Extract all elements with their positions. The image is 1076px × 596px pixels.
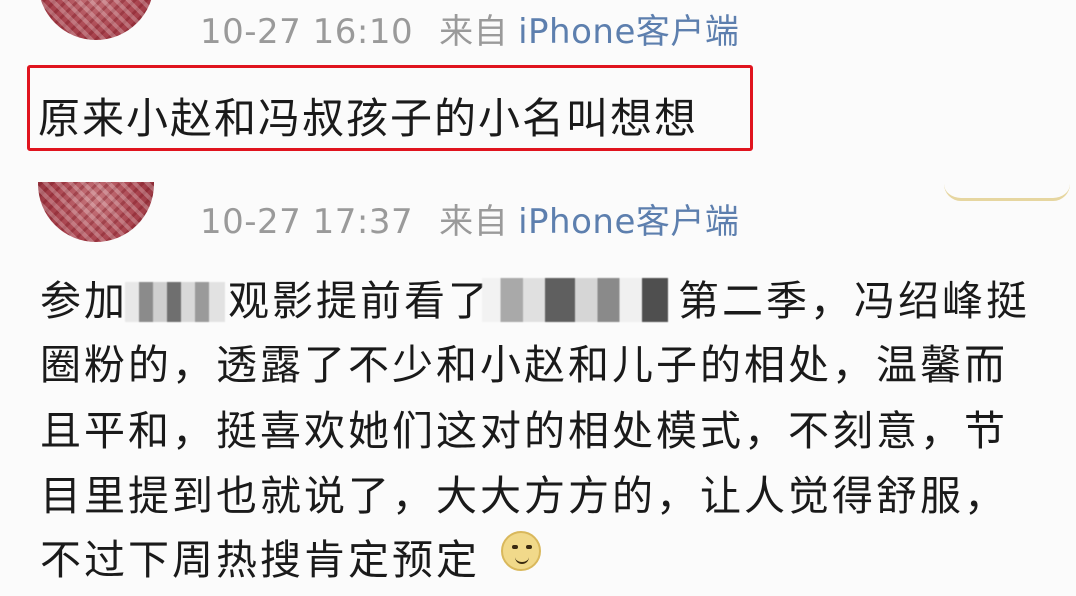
comment-meta: 10-27 17:37 来自 iPhone客户端 (200, 194, 739, 243)
from-label: 来自 (439, 12, 509, 52)
user-avatar[interactable] (38, 182, 154, 242)
weibo-comment-2: 10-27 17:37 来自 iPhone客户端 参加 观影提前看了 第二季，冯绍峰挺 … (0, 172, 1076, 596)
comment-time: 10-27 16:10 (200, 12, 414, 52)
weibo-comment-1: 10-27 16:10 来自 iPhone客户端 原来小赵和冯叔孩子的小名叫想想 (0, 0, 1076, 172)
client-link[interactable]: iPhone客户端 (518, 202, 739, 242)
censor-mosaic (125, 282, 225, 322)
line1-end: 第二季，冯绍峰挺 (678, 277, 1030, 325)
comment-text: 原来小赵和冯叔孩子的小名叫想想 (38, 94, 699, 143)
from-label: 来自 (439, 202, 509, 242)
comment-line-5: 不过下周热搜肯定预定 (40, 536, 480, 584)
decoration-curve (944, 184, 1070, 201)
emoji-eye (512, 545, 518, 549)
comment-meta: 10-27 16:10 来自 iPhone客户端 (200, 4, 739, 53)
emoji-mouth (515, 555, 529, 564)
comment-line-2: 圈粉的，透露了不少和小赵和儿子的相处，温馨而 (40, 341, 1008, 389)
comment-line-4: 目里提到也就说了，大大方方的，让人觉得舒服， (40, 472, 1008, 520)
line1-middle: 观影提前看了 (228, 277, 492, 325)
client-link[interactable]: iPhone客户端 (518, 12, 739, 52)
user-avatar[interactable] (38, 0, 154, 40)
censor-mosaic (482, 278, 668, 322)
comment-line-3: 且平和，挺喜欢她们这对的相处模式，不刻意，节 (40, 407, 1008, 455)
doge-icon (501, 531, 541, 571)
comment-time: 10-27 17:37 (200, 202, 414, 242)
line1-start: 参加 (40, 277, 128, 325)
emoji-eye (526, 545, 532, 549)
